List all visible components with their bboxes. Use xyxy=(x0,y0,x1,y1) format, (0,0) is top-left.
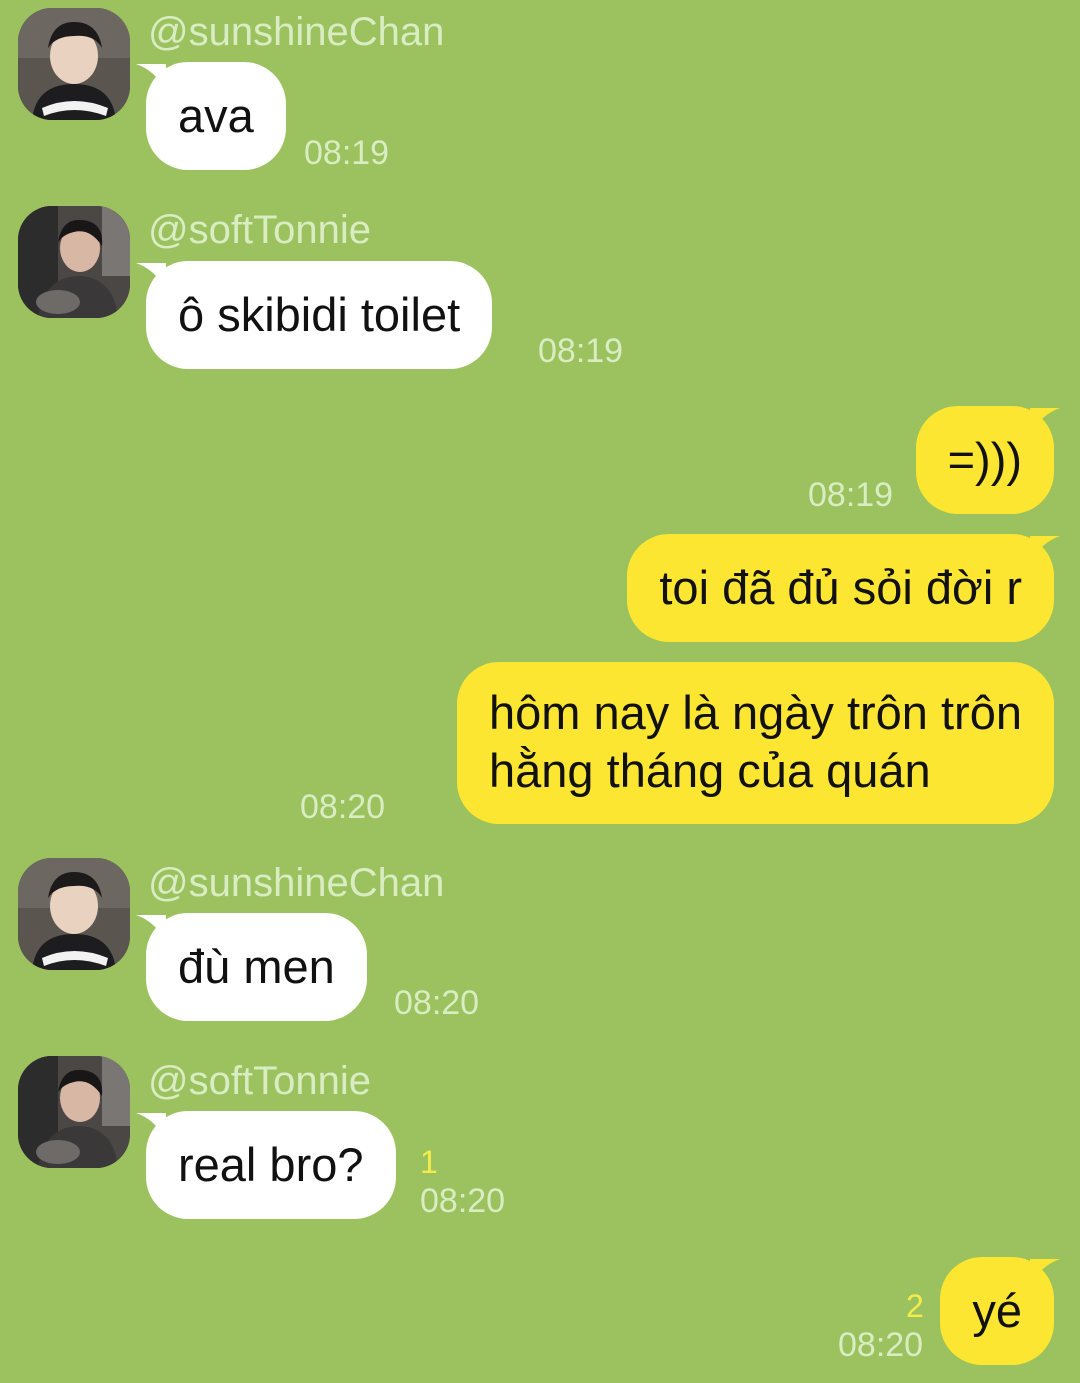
unread-count: 2 xyxy=(906,1288,924,1324)
message-text: đù men xyxy=(178,940,335,993)
message-text: toi đã đủ sỏi đời r xyxy=(659,561,1022,614)
message-bubble-incoming[interactable]: đù men xyxy=(146,913,367,1021)
message-text: ô skibidi toilet xyxy=(178,288,461,341)
timestamp: 08:19 xyxy=(304,134,390,172)
sender-name: @sunshineChan xyxy=(148,10,445,54)
timestamp: 08:19 xyxy=(808,476,894,514)
message-text-line: hằng tháng của quán xyxy=(489,744,931,797)
bubble-tail xyxy=(1030,408,1060,434)
timestamp: 08:19 xyxy=(538,332,624,370)
message-text-line: hôm nay là ngày trôn trôn xyxy=(489,686,1022,739)
profile-photo-icon xyxy=(18,206,130,318)
message-bubble-outgoing[interactable]: toi đã đủ sỏi đời r xyxy=(627,534,1054,642)
timestamp: 08:20 xyxy=(394,984,480,1022)
timestamp: 08:20 xyxy=(300,788,386,826)
bubble-tail xyxy=(136,915,166,941)
timestamp: 08:20 xyxy=(420,1182,506,1220)
bubble-tail xyxy=(1030,1259,1060,1285)
profile-photo-icon xyxy=(18,858,130,970)
bubble-tail xyxy=(136,64,166,90)
message-bubble-outgoing[interactable]: hôm nay là ngày trôn trôn hằng tháng của… xyxy=(457,662,1054,824)
avatar-softtonnie[interactable] xyxy=(18,1056,130,1168)
sender-name: @softTonnie xyxy=(148,1059,371,1103)
bubble-tail xyxy=(136,1113,166,1139)
bubble-tail xyxy=(1030,536,1060,562)
profile-photo-icon xyxy=(18,8,130,120)
message-text: ava xyxy=(178,89,254,142)
profile-photo-icon xyxy=(18,1056,130,1168)
message-bubble-incoming[interactable]: ô skibidi toilet xyxy=(146,261,493,369)
chat-thread[interactable]: @sunshineChan ava 08:19 @softTonnie ô sk… xyxy=(0,0,1080,1383)
bubble-tail xyxy=(136,263,166,289)
timestamp: 08:20 xyxy=(838,1326,924,1364)
message-text: yé xyxy=(972,1284,1022,1337)
avatar-softtonnie[interactable] xyxy=(18,206,130,318)
sender-name: @softTonnie xyxy=(148,208,371,252)
sender-name: @sunshineChan xyxy=(148,861,445,905)
message-text: real bro? xyxy=(178,1138,364,1191)
message-bubble-incoming[interactable]: ava xyxy=(146,62,286,170)
avatar-sunshinechan[interactable] xyxy=(18,858,130,970)
message-bubble-incoming[interactable]: real bro? xyxy=(146,1111,396,1219)
message-text: =))) xyxy=(947,433,1022,486)
unread-count: 1 xyxy=(420,1144,438,1180)
avatar-sunshinechan[interactable] xyxy=(18,8,130,120)
